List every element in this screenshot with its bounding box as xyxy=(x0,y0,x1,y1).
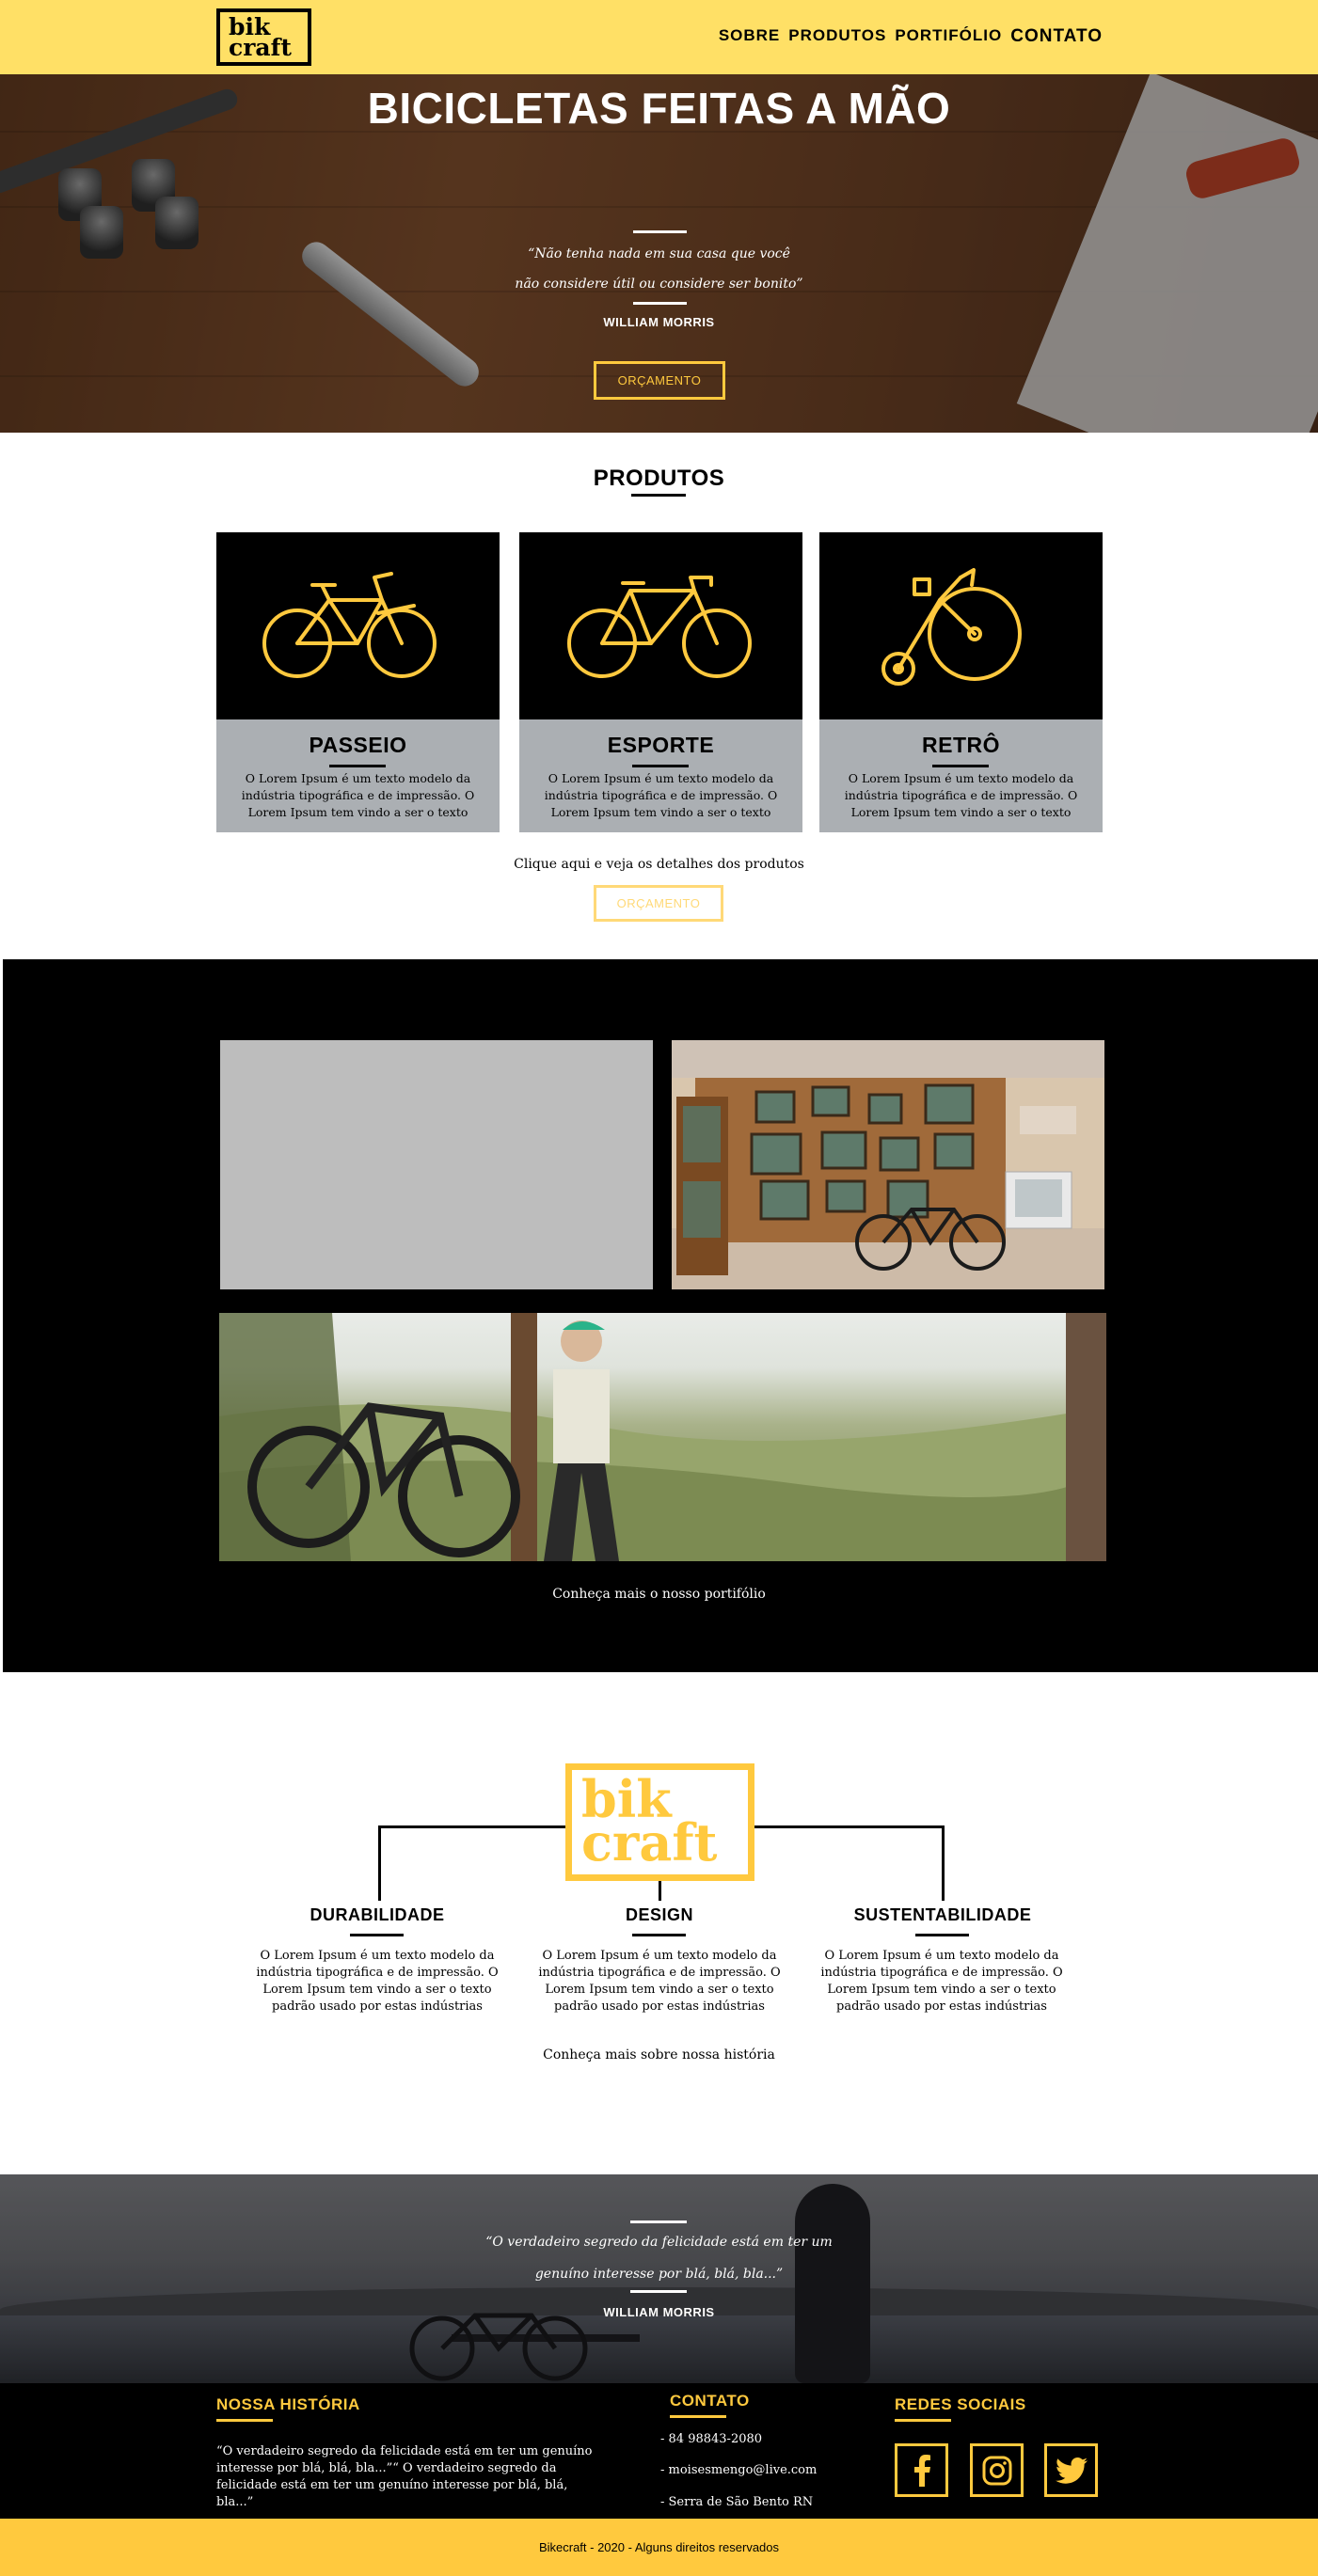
product-image-esporte xyxy=(519,532,802,719)
product-name-underline xyxy=(632,765,689,767)
hero-title: BICICLETAS FEITAS A MÃO xyxy=(367,84,951,133)
product-card-passeio[interactable]: PASSEIO O Lorem Ipsum é um texto modelo … xyxy=(216,532,500,832)
hero-divider-top xyxy=(633,230,687,233)
twitter-icon xyxy=(1055,2457,1088,2484)
product-name: PASSEIO xyxy=(309,733,407,757)
header-logo[interactable]: bik craft xyxy=(216,8,311,66)
sobre-logo: bik craft xyxy=(565,1763,754,1881)
footer-social-underline xyxy=(895,2419,951,2422)
footer-history-underline xyxy=(216,2419,273,2422)
produtos-title: PRODUTOS xyxy=(593,466,725,491)
copyright-bar: Bikecraft - 2020 - Alguns direitos reser… xyxy=(0,2519,1318,2576)
product-description: O Lorem Ipsum é um texto modelo da indús… xyxy=(241,771,475,819)
site-footer xyxy=(0,2383,1318,2519)
product-body-esporte: ESPORTE O Lorem Ipsum é um texto modelo … xyxy=(519,719,802,832)
sport-bike-icon xyxy=(567,576,752,678)
instagram-icon xyxy=(982,2456,1011,2485)
contact-address: - Serra de São Bento RN xyxy=(660,2495,814,2509)
contact-phone[interactable]: - 84 98843-2080 xyxy=(660,2431,762,2448)
city-bike-icon xyxy=(262,572,437,678)
facebook-button[interactable] xyxy=(895,2443,948,2497)
feature-desc-durabilidade: O Lorem Ipsum é um texto modelo da indús… xyxy=(256,1949,499,2014)
quote-line2: genuíno interesse por blá, blá, bla...” xyxy=(534,2267,784,2282)
connector-center-vertical xyxy=(659,1881,661,1901)
product-card-esporte[interactable]: ESPORTE O Lorem Ipsum é um texto modelo … xyxy=(519,532,802,832)
nav-portfolio[interactable]: PORTIFÓLIO xyxy=(895,26,1002,47)
quote-text: “O verdadeiro segredo da felicidade está… xyxy=(0,2226,1318,2290)
footer-contact-underline xyxy=(670,2415,726,2418)
feature-desc-design: O Lorem Ipsum é um texto modelo da indús… xyxy=(538,1949,781,2014)
feature-underline xyxy=(915,1934,969,1936)
product-description: O Lorem Ipsum é um texto modelo da indús… xyxy=(844,771,1078,819)
produtos-title-underline xyxy=(631,494,686,497)
portfolio-image-mountain-bike[interactable] xyxy=(219,1313,1106,1561)
product-card-retro[interactable]: RETRÔ O Lorem Ipsum é um texto modelo da… xyxy=(819,532,1103,832)
connector-left-vertical xyxy=(378,1825,381,1901)
portfolio-link[interactable]: Conheça mais o nosso portifólio xyxy=(0,1587,1318,1602)
hero-author: WILLIAM MORRIS xyxy=(603,315,715,329)
penny-farthing-icon xyxy=(881,568,1022,686)
product-name: RETRÔ xyxy=(922,733,1000,757)
hero-quote-button[interactable]: ORÇAMENTO xyxy=(594,361,725,400)
product-name-underline xyxy=(932,765,989,767)
feature-title-sustentabilidade: SUSTENTABILIDADE xyxy=(853,1905,1032,1924)
nav-contato[interactable]: CONTATO xyxy=(1010,26,1103,47)
portfolio-image-placeholder[interactable] xyxy=(220,1040,653,1289)
hero-quote-line2: não considere útil ou considere ser boni… xyxy=(515,277,803,292)
main-nav: SOBRE PRODUTOS PORTIFÓLIO CONTATO xyxy=(719,26,1103,47)
product-name: ESPORTE xyxy=(607,733,715,757)
hero-quote: “Não tenha nada em sua casa que você não… xyxy=(0,239,1318,299)
connector-right-vertical xyxy=(942,1825,945,1901)
sobre-logo-line2: craft xyxy=(581,1812,718,1873)
quote-author: WILLIAM MORRIS xyxy=(603,2305,715,2319)
product-image-retro xyxy=(819,532,1103,719)
hero-quote-line1: “Não tenha nada em sua casa que você xyxy=(528,246,790,261)
feature-title-design: DESIGN xyxy=(625,1905,693,1924)
logo-line2: craft xyxy=(229,34,292,61)
connector-left-horizontal xyxy=(378,1825,565,1828)
portfolio-image-tv-shop[interactable] xyxy=(672,1040,1104,1289)
product-image-passeio xyxy=(216,532,500,719)
nav-produtos[interactable]: PRODUTOS xyxy=(788,26,886,47)
feature-desc-sustentabilidade: O Lorem Ipsum é um texto modelo da indús… xyxy=(820,1949,1063,2014)
history-link[interactable]: Conheça mais sobre nossa história xyxy=(0,2047,1318,2062)
product-body-passeio: PASSEIO O Lorem Ipsum é um texto modelo … xyxy=(216,719,500,832)
product-body-retro: RETRÔ O Lorem Ipsum é um texto modelo da… xyxy=(819,719,1103,832)
product-name-underline xyxy=(329,765,386,767)
twitter-button[interactable] xyxy=(1044,2443,1098,2497)
product-details-link[interactable]: Clique aqui e veja os detalhes dos produ… xyxy=(0,857,1318,872)
quote-divider-bottom xyxy=(630,2290,687,2293)
footer-history-text: “O verdadeiro segredo da felicidade está… xyxy=(216,2444,593,2509)
footer-contact-title: CONTATO xyxy=(670,2392,750,2410)
footer-social-title: REDES SOCIAIS xyxy=(895,2395,1026,2413)
quote-line1: “O verdadeiro segredo da felicidade está… xyxy=(485,2235,833,2250)
feature-underline xyxy=(350,1934,404,1936)
feature-title-durabilidade: DURABILIDADE xyxy=(310,1905,445,1924)
mountain-bike-photo xyxy=(219,1313,1106,1561)
feature-underline xyxy=(632,1934,686,1936)
instagram-button[interactable] xyxy=(970,2443,1024,2497)
connector-right-horizontal xyxy=(754,1825,944,1828)
site-header: bik craft SOBRE PRODUTOS PORTIFÓLIO CONT… xyxy=(0,0,1318,74)
nav-sobre[interactable]: SOBRE xyxy=(719,26,780,47)
facebook-icon xyxy=(913,2454,930,2487)
hero-divider-bottom xyxy=(633,302,687,305)
quote-divider-top xyxy=(630,2220,687,2223)
footer-history-title: NOSSA HISTÓRIA xyxy=(216,2395,360,2413)
product-description: O Lorem Ipsum é um texto modelo da indús… xyxy=(544,771,778,819)
produtos-quote-button[interactable]: ORÇAMENTO xyxy=(594,885,723,922)
contact-email[interactable]: - moisesmengo@live.com xyxy=(660,2462,817,2479)
tv-shop-photo xyxy=(672,1040,1104,1289)
